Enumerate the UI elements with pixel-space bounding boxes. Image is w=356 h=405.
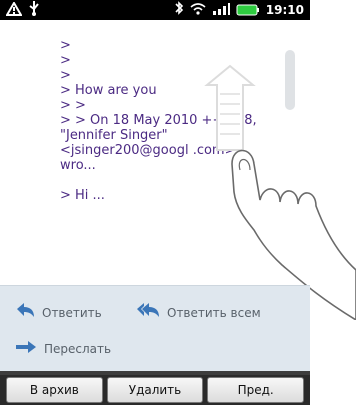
- email-text: > > > > How are you > > > > On 18 May 20…: [60, 38, 257, 203]
- status-time: 19:10: [265, 3, 304, 17]
- scrollbar[interactable]: [285, 50, 295, 110]
- quoted-line: >: [60, 53, 71, 68]
- wifi-icon: [190, 1, 206, 20]
- reply-all-button[interactable]: Ответить всем: [135, 300, 261, 325]
- reply-all-label: Ответить всем: [167, 305, 261, 320]
- battery-icon: [236, 1, 260, 20]
- bluetooth-icon: [174, 0, 184, 20]
- bottom-bar: В архив Удалить Пред.: [0, 375, 310, 405]
- quoted-line: > Hi ...: [60, 188, 105, 203]
- status-bar: 19:10: [0, 0, 310, 20]
- reply-button[interactable]: Ответить: [14, 300, 102, 325]
- forward-icon: [14, 338, 38, 359]
- quoted-line: >: [60, 68, 71, 83]
- reply-label: Ответить: [42, 305, 102, 320]
- actions-panel: Ответить Ответить всем Переслать: [0, 285, 310, 372]
- email-body[interactable]: > > > > How are you > > > > On 18 May 20…: [0, 20, 310, 285]
- usb-icon: [28, 0, 40, 20]
- quoted-line: > How are you: [60, 83, 157, 98]
- email-screen: > > > > How are you > > > > On 18 May 20…: [0, 20, 356, 405]
- quoted-line: >: [60, 38, 71, 53]
- forward-label: Переслать: [44, 341, 112, 356]
- warning-icon: [5, 0, 23, 20]
- quoted-line: > > On 18 May 2010 ++3:38,: [60, 113, 257, 128]
- quoted-line: <jsinger200@googl .com>: [60, 143, 236, 158]
- status-left: [0, 0, 40, 20]
- quoted-line: > >: [60, 98, 86, 113]
- archive-button[interactable]: В архив: [6, 377, 103, 403]
- quoted-line: "Jennifer Singer": [60, 128, 168, 143]
- quoted-line: wro...: [60, 158, 96, 173]
- status-right: 19:10: [174, 0, 310, 20]
- delete-button[interactable]: Удалить: [106, 377, 204, 403]
- reply-icon: [14, 300, 36, 325]
- signal-icon: [212, 1, 230, 20]
- prev-button[interactable]: Пред.: [207, 377, 305, 403]
- reply-all-icon: [135, 300, 161, 325]
- forward-button[interactable]: Переслать: [14, 338, 111, 359]
